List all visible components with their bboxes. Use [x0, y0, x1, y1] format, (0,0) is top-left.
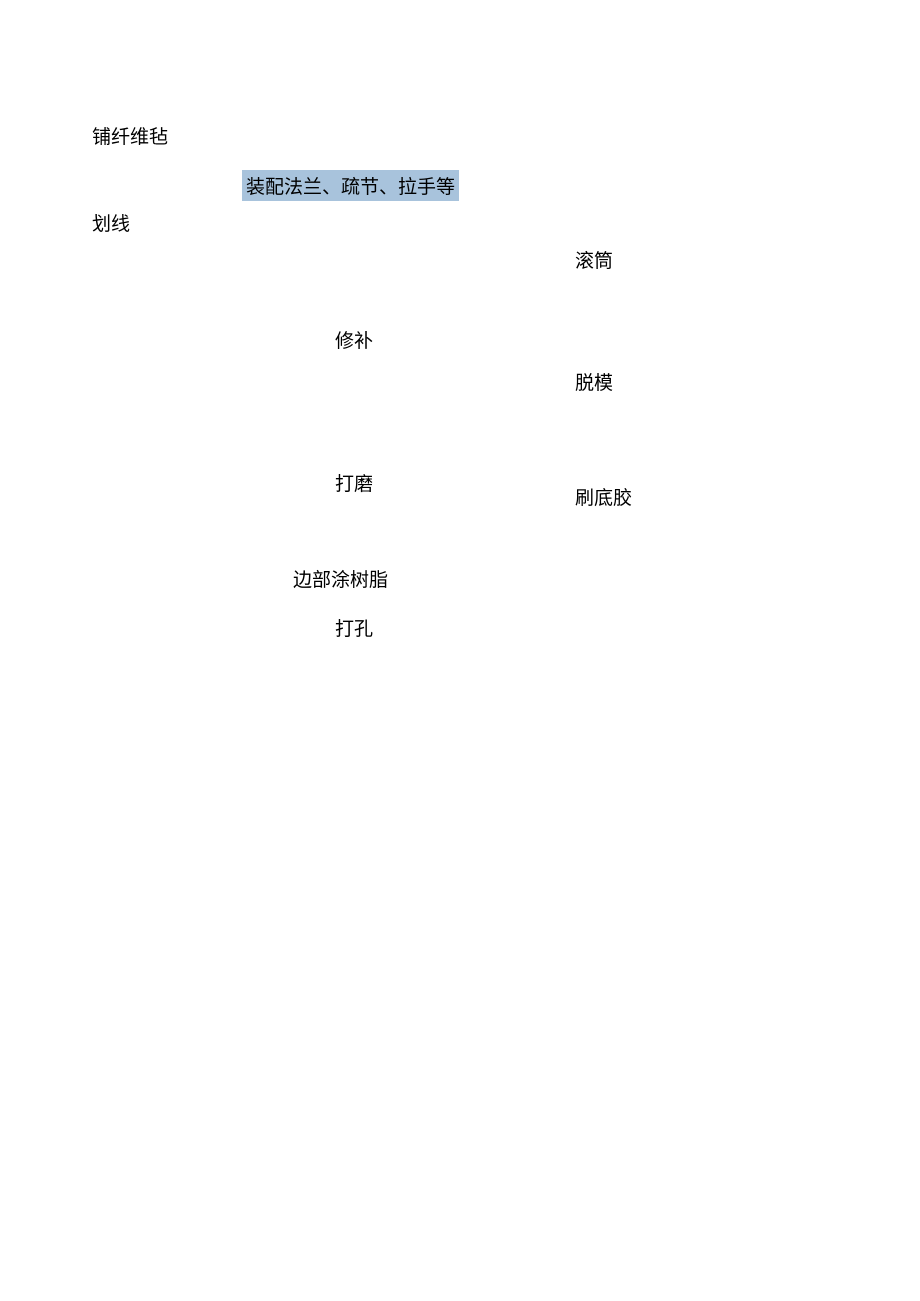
label-edge-coat-resin: 边部涂树脂: [293, 565, 388, 592]
label-repair: 修补: [335, 326, 373, 353]
label-assembly-flange: 装配法兰、疏节、拉手等: [242, 170, 459, 201]
label-demold: 脱模: [575, 368, 613, 395]
label-pu-fiber-mat: 铺纤维毡: [92, 122, 168, 149]
label-brush-primer: 刷底胶: [575, 483, 632, 510]
label-hua-line: 划线: [92, 209, 130, 236]
label-roller: 滚筒: [575, 246, 613, 273]
label-drill-hole: 打孔: [335, 614, 373, 641]
label-polish: 打磨: [335, 469, 373, 496]
